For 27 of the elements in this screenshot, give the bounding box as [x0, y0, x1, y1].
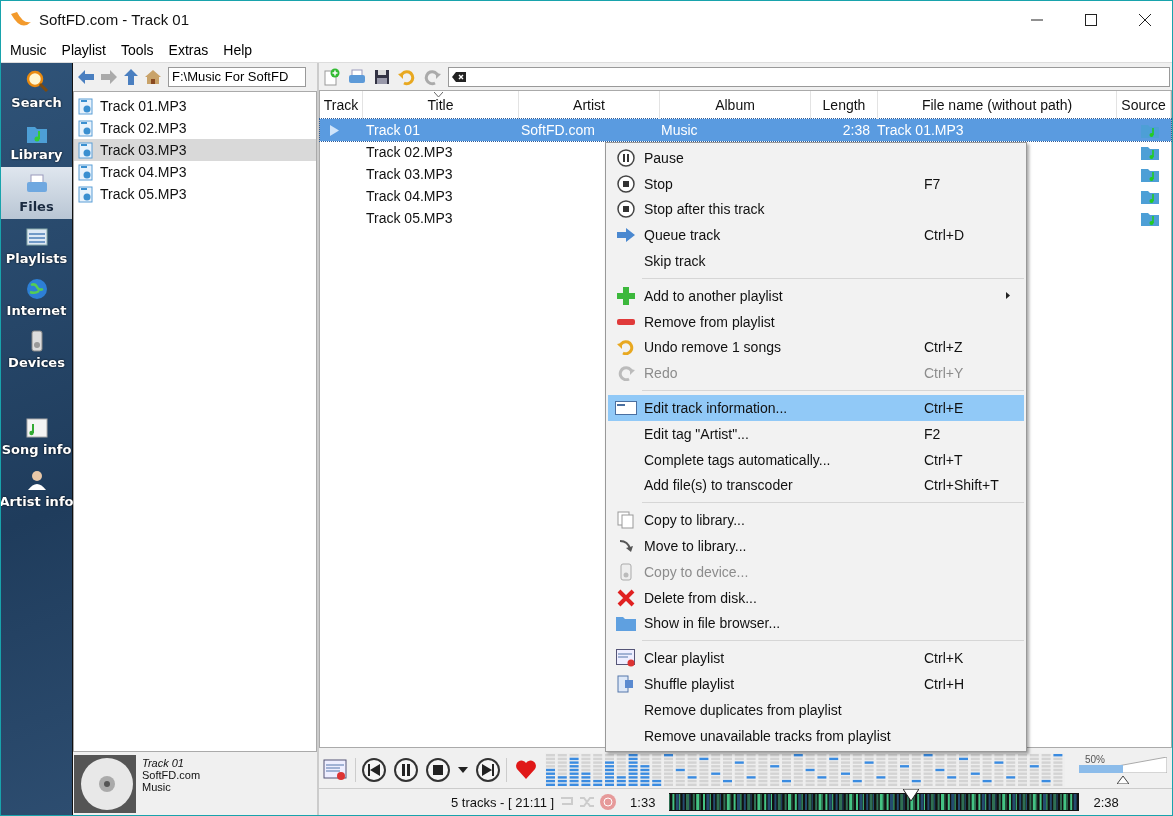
table-cell: Track 01.MP3	[877, 122, 964, 138]
window-title: SoftFD.com - Track 01	[39, 11, 190, 28]
shortcut-label: F2	[924, 425, 941, 442]
track-summary: 5 tracks - [ 21:11 ]	[451, 794, 555, 810]
total-time: 2:38	[1092, 794, 1120, 810]
table-cell-text: Track 04.MP3	[365, 188, 454, 204]
shortcut-label: Ctrl+E	[924, 400, 964, 417]
table-cell: SoftFD.com	[521, 122, 595, 138]
elapsed-time: 1:33	[629, 794, 657, 810]
table-cell: 2:38	[842, 122, 870, 138]
shortcut-label: Ctrl+Shift+T	[924, 477, 999, 494]
shortcut-label: Ctrl+Y	[924, 365, 964, 382]
table-cell-text: Track 02.MP3	[365, 144, 454, 160]
now-playing-title: Track 01	[142, 757, 185, 769]
shortcut-label: Ctrl+K	[924, 650, 964, 667]
table-cell-text: Track 01	[365, 122, 421, 138]
now-playing-artist: SoftFD.com	[142, 769, 201, 781]
volume-reading: 50%	[1085, 754, 1105, 765]
table-cell-text: Track 05.MP3	[365, 210, 454, 226]
shortcut-label: F7	[924, 175, 941, 192]
shortcut-label: Ctrl+D	[924, 227, 965, 244]
table-cell: Music	[661, 122, 698, 138]
shortcut-label: Ctrl+Z	[924, 339, 963, 356]
now-playing-album: Music	[142, 781, 172, 793]
shortcut-label: Ctrl+H	[924, 676, 965, 693]
table-cell-text: Track 03.MP3	[365, 166, 454, 182]
shortcut-label: Ctrl+T	[924, 451, 963, 468]
